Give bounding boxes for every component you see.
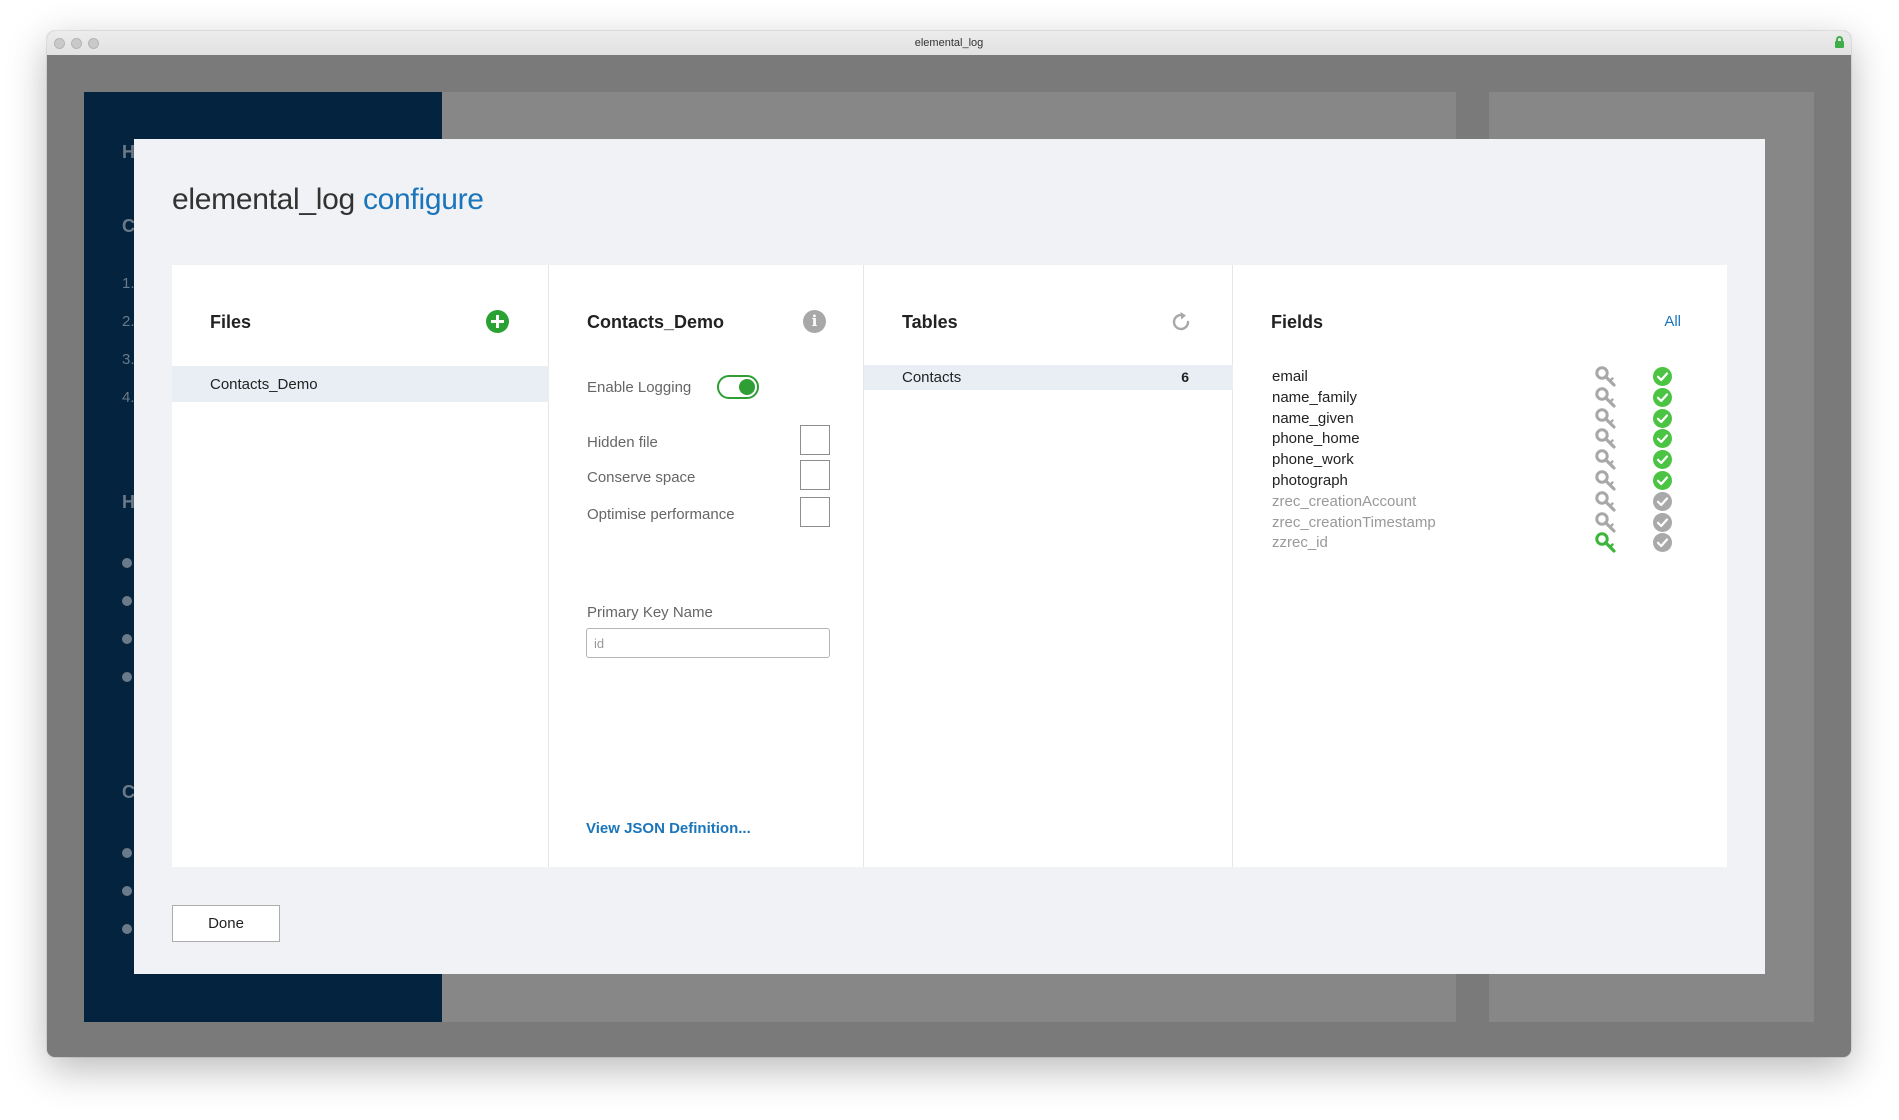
conserve-space-checkbox[interactable] <box>800 460 830 490</box>
toggle-knob <box>739 379 755 395</box>
title-bar: elemental_log <box>47 31 1851 56</box>
field-name: email <box>1272 368 1308 385</box>
field-name: photograph <box>1272 472 1348 489</box>
table-row[interactable]: Contacts 6 <box>864 365 1233 390</box>
field-name: zrec_creationAccount <box>1272 492 1417 510</box>
checkmark-circle-icon[interactable] <box>1653 408 1672 428</box>
info-icon[interactable]: i <box>803 310 826 333</box>
refresh-icon[interactable] <box>1169 310 1193 334</box>
key-icon[interactable] <box>1595 407 1617 430</box>
field-name: name_family <box>1272 388 1358 406</box>
field-name: phone_work <box>1272 451 1354 469</box>
configure-dialog: elemental_log configure Files Contacts_D… <box>134 139 1765 974</box>
checkmark-circle-icon[interactable] <box>1653 387 1672 407</box>
field-name: phone_home <box>1272 430 1360 448</box>
fields-panel: Fields All email name_family name_givenpho… <box>1233 265 1727 867</box>
key-icon[interactable] <box>1595 449 1617 471</box>
background-bullet <box>122 848 132 858</box>
background-list-number: 1. <box>122 275 135 292</box>
lock-icon <box>1835 36 1844 48</box>
key-icon[interactable] <box>1595 470 1617 492</box>
background-list-number: 2. <box>122 313 135 330</box>
enable-logging-toggle[interactable] <box>717 375 759 399</box>
field-name: name_given <box>1272 409 1354 427</box>
optimise-performance-checkbox[interactable] <box>800 497 830 527</box>
background-list-number: 3. <box>122 351 135 368</box>
key-icon[interactable] <box>1595 511 1617 534</box>
table-name: Contacts <box>902 369 962 386</box>
optimise-performance-label: Optimise performance <box>587 506 735 523</box>
checkmark-circle-icon[interactable] <box>1653 429 1672 449</box>
window-title: elemental_log <box>914 37 984 49</box>
dialog-title-action: configure <box>362 183 484 216</box>
background-list-number: 4. <box>122 389 135 406</box>
checkmark-circle-icon[interactable] <box>1653 512 1672 532</box>
key-icon[interactable] <box>1595 491 1617 513</box>
primary-key-label: Primary Key Name <box>587 604 713 621</box>
dialog-title-app: elemental_log <box>172 183 355 216</box>
config-panels: Files Contacts_Demo Contacts_Demo i Enab… <box>172 265 1727 867</box>
key-icon[interactable] <box>1595 532 1617 554</box>
file-settings-panel: Contacts_Demo i Enable Logging Hidden fi… <box>549 265 864 867</box>
background-bullet <box>122 596 132 606</box>
files-heading: Files <box>210 312 252 332</box>
background-bullet <box>122 672 132 682</box>
hidden-file-checkbox[interactable] <box>800 425 830 455</box>
background-bullet <box>122 634 132 644</box>
key-icon[interactable] <box>1595 387 1617 409</box>
field-row[interactable]: zzrec_id <box>1233 531 1727 556</box>
checkmark-circle-icon[interactable] <box>1653 367 1672 386</box>
dialog-title: elemental_log configure <box>172 183 484 217</box>
hidden-file-label: Hidden file <box>587 434 658 451</box>
background-bullet <box>122 558 132 568</box>
file-settings-heading: Contacts_Demo <box>587 312 725 332</box>
file-row[interactable]: Contacts_Demo <box>172 366 549 402</box>
background-bullet <box>122 886 132 896</box>
enable-logging-label: Enable Logging <box>587 379 692 396</box>
checkmark-circle-icon[interactable] <box>1653 491 1672 511</box>
checkmark-circle-icon[interactable] <box>1653 471 1672 490</box>
plus-circle-icon[interactable] <box>486 310 509 333</box>
select-all-link[interactable]: All <box>1664 313 1681 330</box>
fields-heading: Fields <box>1271 312 1324 332</box>
checkmark-circle-icon[interactable] <box>1653 450 1672 470</box>
file-name: Contacts_Demo <box>210 376 318 393</box>
done-button[interactable]: Done <box>172 905 280 942</box>
table-field-count: 6 <box>1181 369 1189 385</box>
field-name: zzrec_id <box>1272 534 1328 552</box>
view-json-link[interactable]: View JSON Definition... <box>586 820 751 837</box>
key-icon[interactable] <box>1595 366 1617 388</box>
tables-panel: Tables Contacts 6 <box>864 265 1233 867</box>
primary-key-input[interactable] <box>586 628 830 658</box>
background-bullet <box>122 924 132 934</box>
field-name: zrec_creationTimestamp <box>1272 513 1436 531</box>
conserve-space-label: Conserve space <box>587 469 696 486</box>
tables-heading: Tables <box>902 312 958 332</box>
checkmark-circle-icon[interactable] <box>1653 533 1672 553</box>
key-icon[interactable] <box>1595 428 1617 450</box>
files-panel: Files Contacts_Demo <box>172 265 549 867</box>
